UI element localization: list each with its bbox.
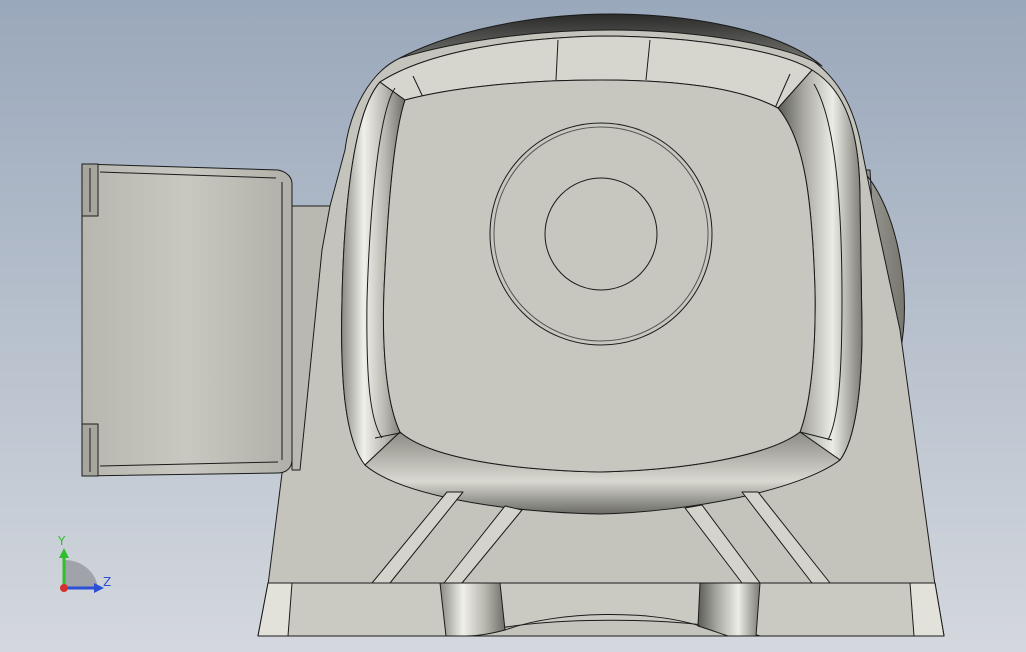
- front-face: [382, 79, 816, 473]
- foot-slot-left: [439, 582, 506, 637]
- y-axis-label: Y: [57, 534, 66, 548]
- cad-viewport[interactable]: Y Z: [0, 0, 1026, 652]
- x-axis-dot: [60, 584, 68, 592]
- model-canvas[interactable]: Y Z: [0, 0, 1026, 652]
- z-axis-label: Z: [103, 575, 111, 589]
- terminal-box[interactable]: [81, 163, 293, 477]
- foot-slot-right: [697, 582, 761, 637]
